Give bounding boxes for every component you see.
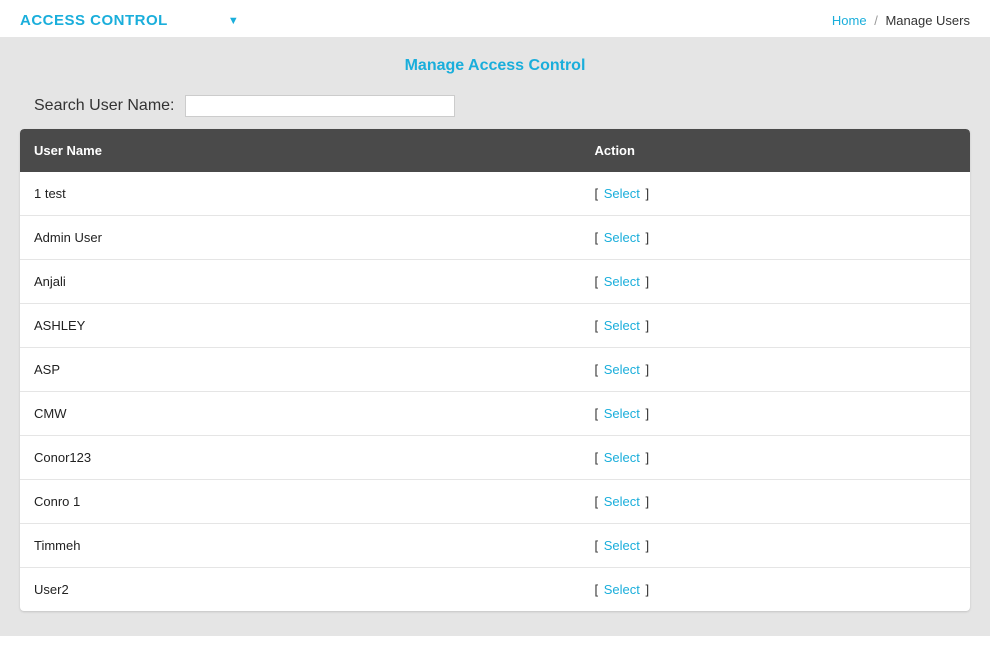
breadcrumb-current: Manage Users: [885, 13, 970, 28]
topbar-left: ACCESS CONTROL ▼: [20, 12, 239, 29]
cell-action: [ Select ]: [581, 172, 971, 215]
bracket-close: ]: [646, 406, 650, 421]
bracket-close: ]: [646, 230, 650, 245]
table-row: Admin User[ Select ]: [20, 215, 970, 259]
table-row: 1 test[ Select ]: [20, 172, 970, 215]
bracket-open: [: [595, 582, 599, 597]
bracket-close: ]: [646, 274, 650, 289]
bracket-open: [: [595, 406, 599, 421]
select-link[interactable]: Select: [604, 362, 640, 377]
table-row: ASP[ Select ]: [20, 347, 970, 391]
cell-username: ASHLEY: [20, 303, 581, 347]
cell-action: [ Select ]: [581, 259, 971, 303]
select-link[interactable]: Select: [604, 494, 640, 509]
select-link[interactable]: Select: [604, 406, 640, 421]
cell-action: [ Select ]: [581, 479, 971, 523]
page-title: Manage Access Control: [20, 57, 970, 75]
bracket-open: [: [595, 494, 599, 509]
table-row: Anjali[ Select ]: [20, 259, 970, 303]
bracket-close: ]: [646, 582, 650, 597]
col-header-username: User Name: [20, 129, 581, 172]
table-row: Conor123[ Select ]: [20, 435, 970, 479]
bracket-close: ]: [646, 450, 650, 465]
bracket-close: ]: [646, 318, 650, 333]
bracket-close: ]: [646, 186, 650, 201]
select-link[interactable]: Select: [604, 582, 640, 597]
select-link[interactable]: Select: [604, 274, 640, 289]
table-row: Timmeh[ Select ]: [20, 523, 970, 567]
breadcrumb-home-link[interactable]: Home: [832, 13, 867, 28]
bracket-close: ]: [646, 538, 650, 553]
cell-username: CMW: [20, 391, 581, 435]
table-row: Conro 1[ Select ]: [20, 479, 970, 523]
bracket-open: [: [595, 230, 599, 245]
bracket-close: ]: [646, 494, 650, 509]
table-row: User2[ Select ]: [20, 567, 970, 611]
page-body: Manage Access Control Search User Name: …: [0, 37, 990, 636]
cell-username: Admin User: [20, 215, 581, 259]
bracket-open: [: [595, 318, 599, 333]
cell-username: Conro 1: [20, 479, 581, 523]
cell-username: 1 test: [20, 172, 581, 215]
cell-username: User2: [20, 567, 581, 611]
table-row: CMW[ Select ]: [20, 391, 970, 435]
users-table: User Name Action 1 test[ Select ]Admin U…: [20, 129, 970, 611]
cell-action: [ Select ]: [581, 567, 971, 611]
cell-action: [ Select ]: [581, 303, 971, 347]
breadcrumb-separator: /: [874, 13, 878, 28]
cell-action: [ Select ]: [581, 523, 971, 567]
select-link[interactable]: Select: [604, 538, 640, 553]
search-input[interactable]: [185, 95, 455, 117]
module-title[interactable]: ACCESS CONTROL: [20, 12, 168, 29]
bracket-open: [: [595, 186, 599, 201]
table-row: ASHLEY[ Select ]: [20, 303, 970, 347]
select-link[interactable]: Select: [604, 450, 640, 465]
breadcrumb: Home / Manage Users: [832, 13, 970, 28]
bracket-open: [: [595, 538, 599, 553]
select-link[interactable]: Select: [604, 230, 640, 245]
col-header-action: Action: [581, 129, 971, 172]
cell-action: [ Select ]: [581, 215, 971, 259]
select-link[interactable]: Select: [604, 186, 640, 201]
bracket-open: [: [595, 362, 599, 377]
cell-username: Conor123: [20, 435, 581, 479]
bracket-open: [: [595, 450, 599, 465]
cell-action: [ Select ]: [581, 435, 971, 479]
dropdown-caret-icon[interactable]: ▼: [228, 15, 239, 27]
topbar: ACCESS CONTROL ▼ Home / Manage Users: [0, 0, 990, 37]
cell-username: Anjali: [20, 259, 581, 303]
bracket-close: ]: [646, 362, 650, 377]
search-row: Search User Name:: [34, 95, 970, 117]
select-link[interactable]: Select: [604, 318, 640, 333]
search-label: Search User Name:: [34, 97, 175, 115]
cell-action: [ Select ]: [581, 347, 971, 391]
cell-username: Timmeh: [20, 523, 581, 567]
bracket-open: [: [595, 274, 599, 289]
cell-action: [ Select ]: [581, 391, 971, 435]
cell-username: ASP: [20, 347, 581, 391]
